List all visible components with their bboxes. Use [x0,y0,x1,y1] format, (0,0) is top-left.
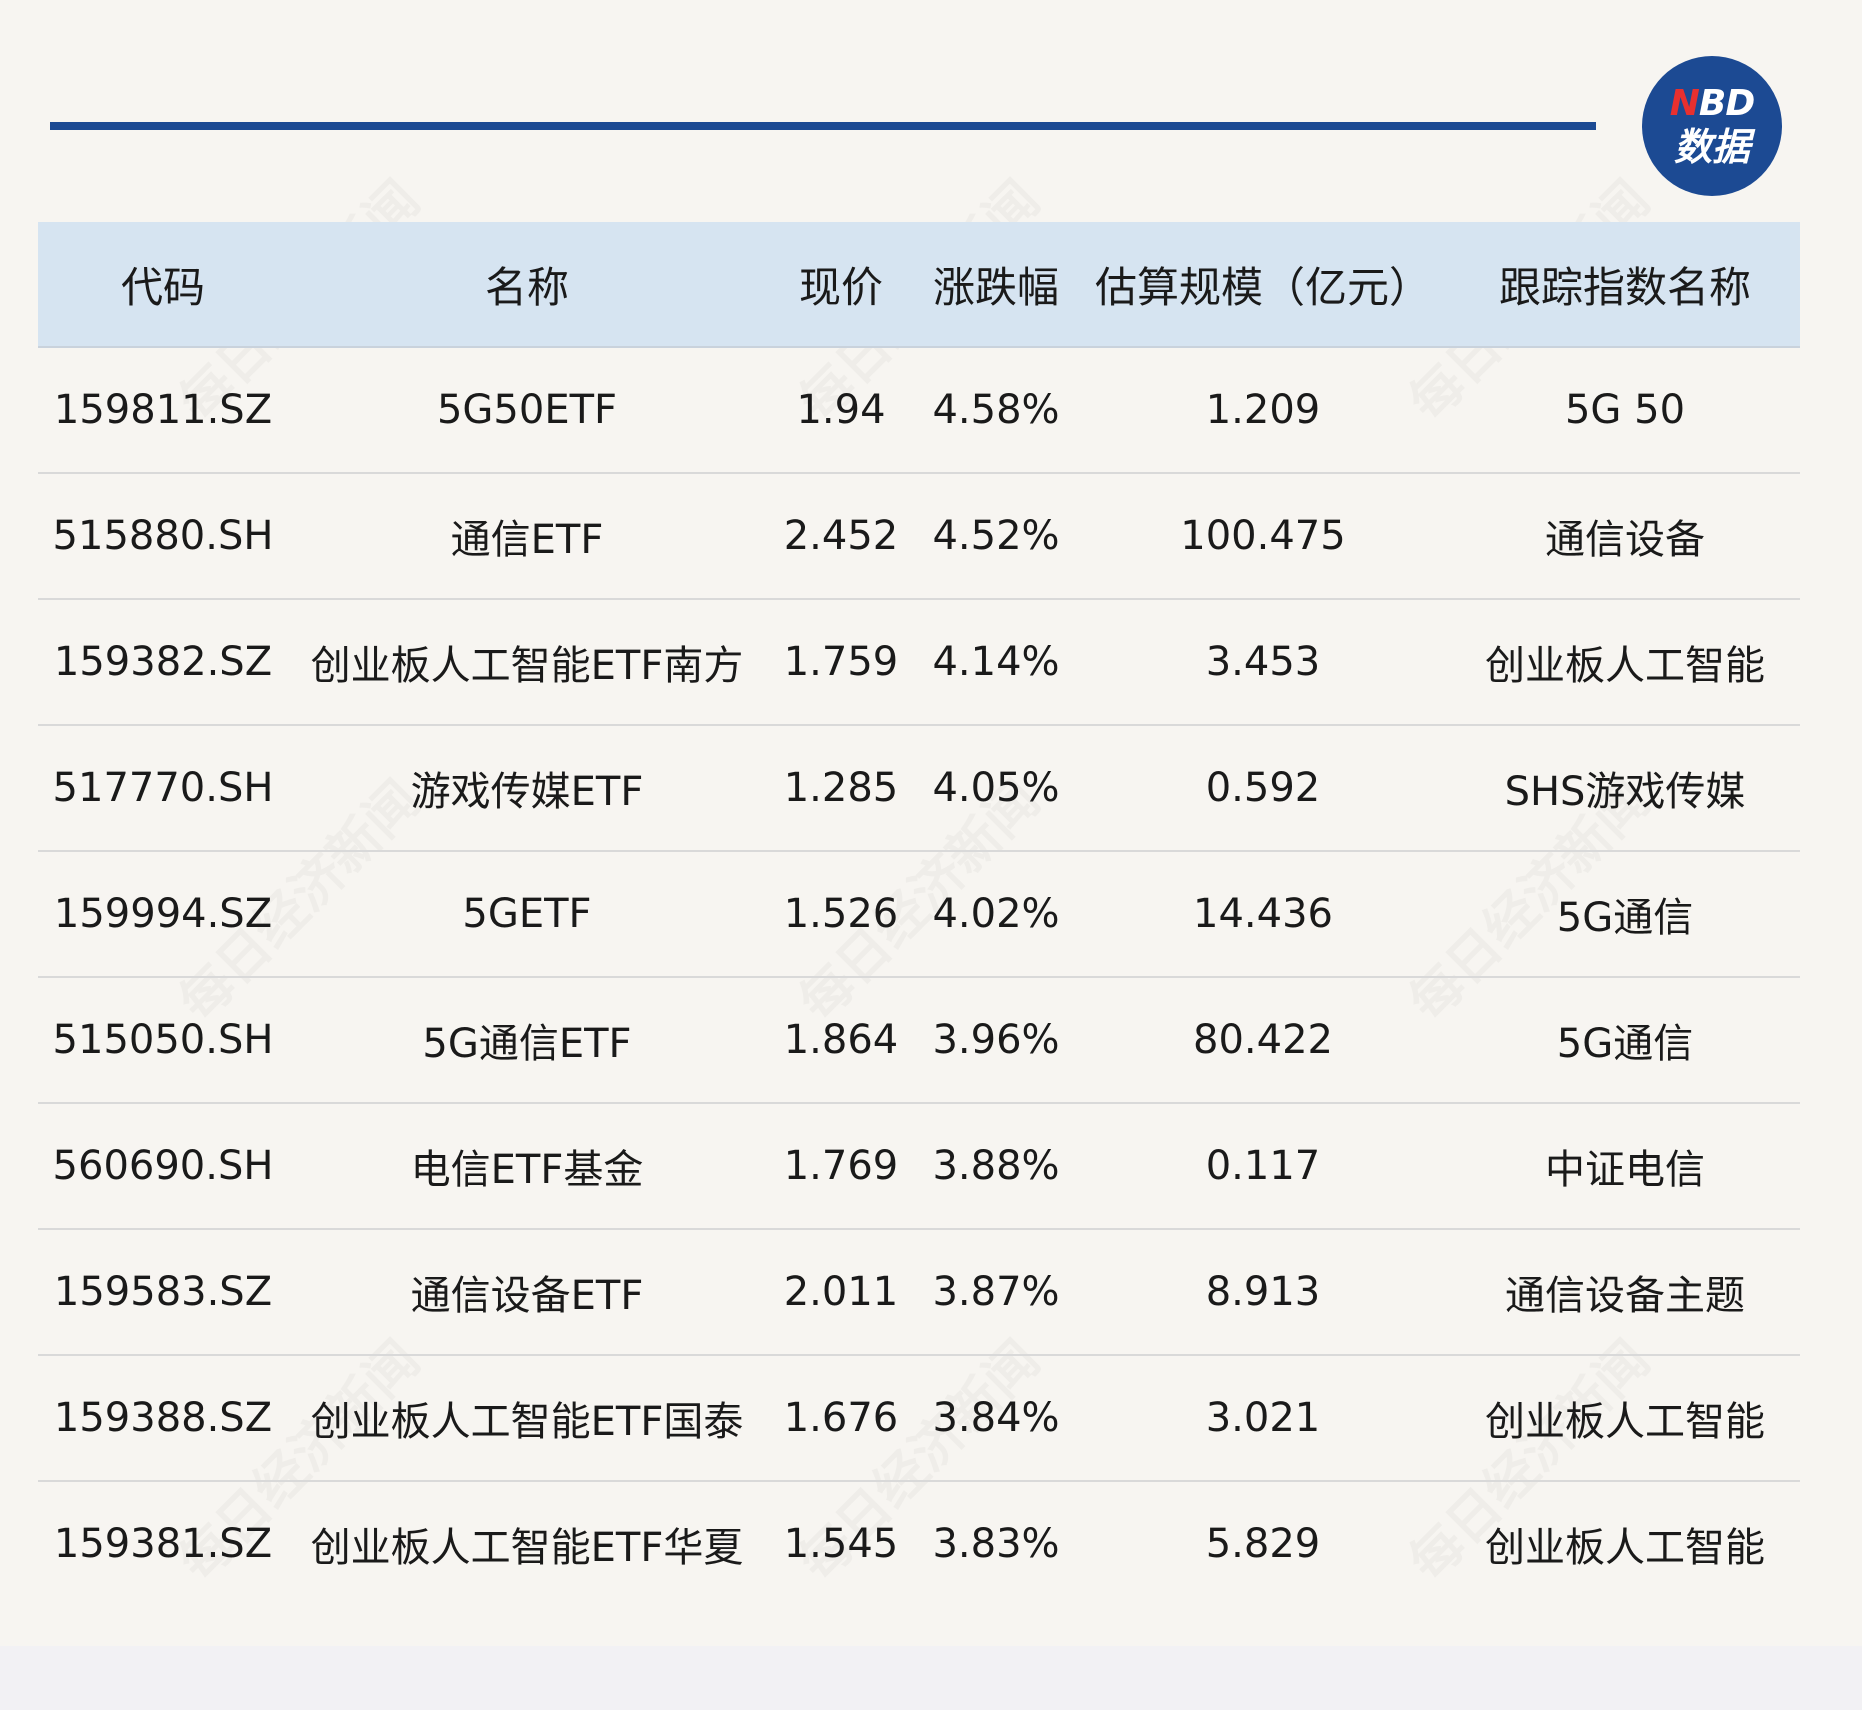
cell-scale: 8.913 [1076,1229,1450,1356]
cell-change: 3.88% [916,1103,1076,1230]
cell-code: 560690.SH [38,1103,288,1230]
logo-line2: 数据 [1673,125,1750,169]
cell-scale: 0.592 [1076,725,1450,852]
header-change: 涨跌幅 [916,222,1076,348]
etf-table: 代码 名称 现价 涨跌幅 估算规模（亿元） 跟踪指数名称 159811.SZ 5… [38,222,1800,1606]
cell-price: 1.769 [766,1103,916,1230]
cell-price: 2.452 [766,473,916,600]
cell-price: 2.011 [766,1229,916,1356]
table-row: 515880.SH 通信ETF 2.452 4.52% 100.475 通信设备 [38,473,1800,600]
logo-line1: NBD [1642,84,1782,124]
cell-index: 创业板人工智能 [1450,599,1800,726]
cell-name: 电信ETF基金 [288,1103,766,1230]
table-row: 159381.SZ 创业板人工智能ETF华夏 1.545 3.83% 5.829… [38,1481,1800,1606]
table-row: 517770.SH 游戏传媒ETF 1.285 4.05% 0.592 SHS游… [38,725,1800,852]
cell-scale: 100.475 [1076,473,1450,600]
cell-code: 159994.SZ [38,851,288,978]
cell-change: 4.02% [916,851,1076,978]
cell-scale: 0.117 [1076,1103,1450,1230]
logo-letters: BD [1698,83,1755,124]
cell-name: 游戏传媒ETF [288,725,766,852]
cell-index: 创业板人工智能 [1450,1355,1800,1482]
header-index: 跟踪指数名称 [1450,222,1800,348]
header-code: 代码 [38,222,288,348]
cell-index: 5G 50 [1450,347,1800,474]
cell-scale: 3.021 [1076,1355,1450,1482]
table-row: 159994.SZ 5GETF 1.526 4.02% 14.436 5G通信 [38,851,1800,978]
cell-name: 通信设备ETF [288,1229,766,1356]
cell-scale: 5.829 [1205,1521,1321,1567]
header-scale: 估算规模（亿元） [1076,222,1450,348]
cell-scale: 1.209 [1076,347,1450,474]
cell-code: 159388.SZ [38,1355,288,1482]
cell-code: 515050.SH [38,977,288,1104]
cell-name: 5G通信ETF [288,977,766,1104]
cell-price: 1.676 [766,1355,916,1482]
cell-index: SHS游戏传媒 [1450,725,1800,852]
cell-code: 159382.SZ [38,599,288,726]
cell-price: 1.864 [766,977,916,1104]
cell-name: 创业板人工智能ETF华夏 [310,1525,744,1571]
cell-price: 1.94 [766,347,916,474]
cell-code: 159811.SZ [38,347,288,474]
cell-index: 创业板人工智能 [1485,1525,1765,1571]
cell-change: 4.05% [916,725,1076,852]
cell-code: 517770.SH [38,725,288,852]
cell-scale: 3.453 [1076,599,1450,726]
bottom-band [0,1646,1862,1710]
logo-accent-letter: N [1669,83,1700,124]
table-header-row: 代码 名称 现价 涨跌幅 估算规模（亿元） 跟踪指数名称 [38,222,1800,348]
header-price: 现价 [766,222,916,348]
cell-change: 3.83% [932,1521,1060,1567]
cell-change: 4.58% [916,347,1076,474]
cell-change: 3.96% [916,977,1076,1104]
cell-name: 创业板人工智能ETF南方 [288,599,766,726]
cell-code: 159583.SZ [38,1229,288,1356]
cell-index: 5G通信 [1450,977,1800,1104]
table-row: 560690.SH 电信ETF基金 1.769 3.88% 0.117 中证电信 [38,1103,1800,1230]
cell-change: 4.14% [916,599,1076,726]
cell-index: 通信设备 [1450,473,1800,600]
cell-name: 5GETF [288,851,766,978]
table-row: 159382.SZ 创业板人工智能ETF南方 1.759 4.14% 3.453… [38,599,1800,726]
cell-scale: 80.422 [1076,977,1450,1104]
cell-index: 通信设备主题 [1450,1229,1800,1356]
cell-name: 5G50ETF [288,347,766,474]
cell-price: 1.285 [766,725,916,852]
cell-change: 4.52% [916,473,1076,600]
cell-price: 1.545 [783,1521,899,1567]
cell-index: 5G通信 [1450,851,1800,978]
cell-price: 1.759 [766,599,916,726]
nbd-logo: NBD 数据 [1642,56,1782,196]
table-row: 159811.SZ 5G50ETF 1.94 4.58% 1.209 5G 50 [38,347,1800,474]
cell-price: 1.526 [766,851,916,978]
cell-code: 159381.SZ [53,1521,273,1567]
cell-name: 创业板人工智能ETF国泰 [288,1355,766,1482]
header-name: 名称 [288,222,766,348]
cell-name: 通信ETF [288,473,766,600]
table-row: 159583.SZ 通信设备ETF 2.011 3.87% 8.913 通信设备… [38,1229,1800,1356]
cell-change: 3.84% [916,1355,1076,1482]
cell-code: 515880.SH [38,473,288,600]
top-rule [50,122,1596,130]
cell-scale: 14.436 [1076,851,1450,978]
table-row: 515050.SH 5G通信ETF 1.864 3.96% 80.422 5G通… [38,977,1800,1104]
cell-index: 中证电信 [1450,1103,1800,1230]
cell-change: 3.87% [916,1229,1076,1356]
table-row: 159388.SZ 创业板人工智能ETF国泰 1.676 3.84% 3.021… [38,1355,1800,1482]
